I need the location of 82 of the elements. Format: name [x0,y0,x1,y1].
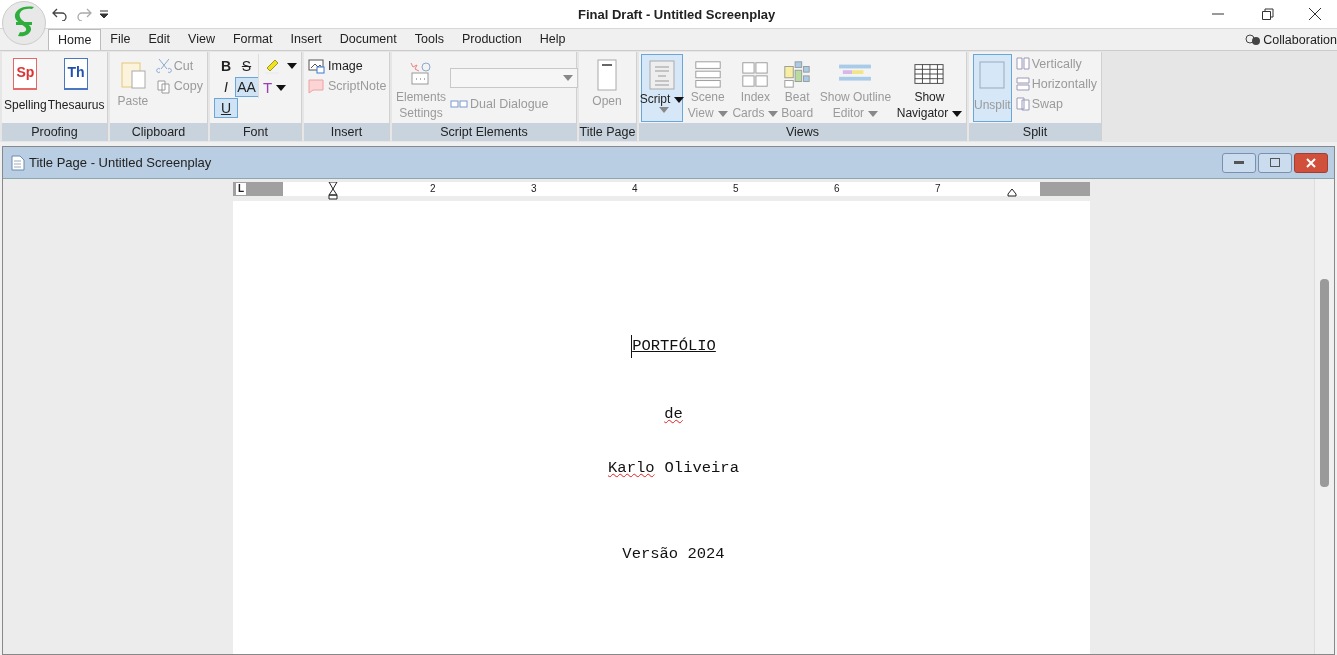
caret-icon [659,107,669,113]
ruler-number: 4 [632,182,638,196]
spelling-icon: Sp [13,58,38,90]
caret-icon [287,63,297,69]
maximize-icon [1270,158,1280,167]
right-indent-marker[interactable] [1007,188,1017,197]
spelling-button[interactable]: Sp Spelling [4,54,47,114]
format-button[interactable]: U [214,98,238,118]
ribbon-tab[interactable]: Format [223,29,282,50]
scrollbar[interactable] [1314,179,1334,654]
font-color-button[interactable]: T [263,78,297,98]
ruler-number: 2 [430,182,436,196]
app-logo[interactable] [2,1,46,45]
image-icon [308,58,326,74]
minimize-button[interactable] [1222,152,1256,173]
title-text: Oliveira [664,457,739,479]
ribbon-button[interactable]: Show Navigator [894,54,964,122]
title-text: de [664,404,683,426]
window-title: Final Draft - Untitled Screenplay [578,6,776,24]
caret-icon [768,110,779,117]
group-label: Script Elements [392,123,576,141]
rows-icon [1015,77,1030,91]
copy-icon [155,78,172,94]
ruler-number: 5 [733,182,739,196]
ribbon-tab[interactable]: Home [48,29,102,50]
caret-icon [868,110,879,117]
note-icon [308,78,326,94]
ribbon-tab[interactable]: File [101,29,140,50]
left-indent-marker[interactable] [328,182,338,200]
thesaurus-button[interactable]: Th Thesaurus [47,54,105,114]
ribbon-tab[interactable]: Document [330,29,406,50]
group-label: Insert [304,123,389,141]
close-button[interactable] [1294,152,1328,173]
ribbon-tab[interactable]: Insert [281,29,331,50]
caret-icon [276,85,287,91]
ruler-number: 3 [531,182,537,196]
ribbon-button[interactable]: Image [308,56,387,76]
undo-icon[interactable] [52,7,68,21]
group-label: Split [969,123,1101,141]
group-label: Title Page [579,123,636,141]
people-icon [1245,34,1262,46]
ruler-number: 6 [834,182,840,196]
restore-icon [1262,8,1274,20]
caret-icon [563,75,573,81]
format-button[interactable]: AA [234,77,259,97]
ribbon-tab[interactable]: Edit [139,29,180,50]
ribbon-tab[interactable]: View [179,29,224,50]
ribbon-tab[interactable]: Help [530,29,575,50]
document-icon [11,154,25,171]
collaboration-button[interactable]: Collaboration [1245,30,1337,50]
ribbon-button[interactable]: Script [641,54,683,122]
minimize-icon [1212,13,1224,15]
maximize-button[interactable] [1258,152,1292,173]
ruler-number: 7 [935,182,941,196]
swap-icon [1015,96,1030,112]
dialogue-icon [450,98,468,110]
close-icon [1306,157,1316,168]
beat-board-icon [782,59,813,89]
script-page-icon [647,59,677,91]
close-icon [1309,8,1321,20]
tab-stop-selector[interactable]: L [236,183,247,195]
ruler-margin [1040,182,1090,196]
scene-list-icon [692,59,723,89]
customize-icon[interactable] [100,9,108,19]
title-text: PORTFÓLIO [631,335,716,359]
title-text: Versão 2024 [622,543,725,565]
book-icon: Th [64,58,89,90]
document-title: Title Page - Untitled Screenplay [29,153,212,172]
caret-icon [717,110,728,117]
group-label: Views [639,123,966,141]
ribbon-tab[interactable]: Production [452,29,531,50]
scissors-icon [155,58,172,74]
minimize-icon [1234,161,1244,164]
group-label: Clipboard [110,123,207,141]
group-label: Proofing [2,123,107,141]
title-text: Karlo [608,457,655,479]
caret-icon [952,110,963,117]
group-label: Font [210,123,301,141]
ribbon-tab[interactable]: Tools [405,29,453,50]
caret-icon [674,96,685,103]
index-cards-icon [740,59,771,89]
columns-icon [1015,57,1030,71]
